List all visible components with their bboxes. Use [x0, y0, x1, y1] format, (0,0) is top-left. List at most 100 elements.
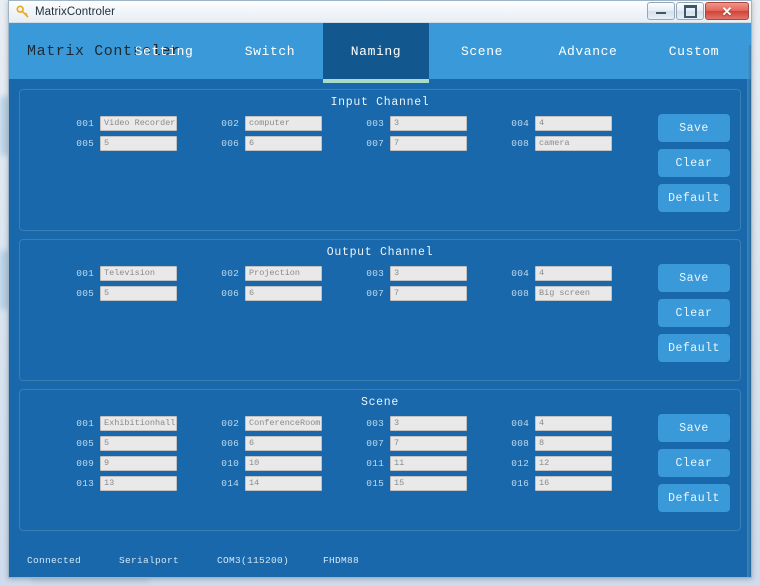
minimize-button[interactable]	[647, 2, 675, 20]
field-row: 005 5 006 6 007 7	[68, 436, 648, 451]
scene-cell: 011 11	[358, 456, 503, 471]
channel-index: 008	[511, 288, 529, 299]
output-channel-grid: 001 Television 002 Projection 003 3 004 …	[68, 266, 648, 306]
channel-cell: 004 4	[503, 116, 648, 131]
window-title: MatrixControler	[35, 5, 116, 18]
channel-name-input[interactable]: 5	[100, 136, 177, 151]
scene-name-input[interactable]: 3	[390, 416, 467, 431]
tab-label: Custom	[668, 43, 720, 59]
scene-name-input[interactable]: ConferenceRoom	[245, 416, 322, 431]
save-button[interactable]: Save	[658, 264, 730, 292]
channel-index: 004	[511, 118, 529, 129]
tab-setting[interactable]: Setting	[111, 23, 217, 79]
scene-index: 014	[221, 478, 239, 489]
channel-name-input[interactable]: 5	[100, 286, 177, 301]
scene-name-input[interactable]: Exhibitionhall	[100, 416, 177, 431]
scene-name-input[interactable]: 7	[390, 436, 467, 451]
tab-label: Setting	[134, 43, 194, 59]
scene-name-input[interactable]: 6	[245, 436, 322, 451]
channel-cell: 005 5	[68, 136, 213, 151]
channel-index: 007	[366, 288, 384, 299]
clear-button[interactable]: Clear	[658, 449, 730, 477]
channel-cell: 006 6	[213, 136, 358, 151]
scene-name-input[interactable]: 12	[535, 456, 612, 471]
channel-cell: 002 Projection	[213, 266, 358, 281]
channel-name-input[interactable]: 3	[390, 266, 467, 281]
channel-index: 007	[366, 138, 384, 149]
channel-index: 008	[511, 138, 529, 149]
scene-name-input[interactable]: 8	[535, 436, 612, 451]
channel-index: 003	[366, 118, 384, 129]
scene-name-input[interactable]: 4	[535, 416, 612, 431]
tab-custom[interactable]: Custom	[641, 23, 747, 79]
channel-name-input[interactable]: Big screen	[535, 286, 612, 301]
channel-name-input[interactable]: 4	[535, 266, 612, 281]
scene-name-input[interactable]: 11	[390, 456, 467, 471]
scene-index: 001	[76, 418, 94, 429]
channel-cell: 001 Television	[68, 266, 213, 281]
channel-cell: 008 Big screen	[503, 286, 648, 301]
desktop-background: MatrixControler ✕ Matrix Controler Setti…	[0, 0, 760, 586]
channel-cell: 007 7	[358, 136, 503, 151]
output-panel-actions: Save Clear Default	[658, 264, 730, 362]
close-button[interactable]: ✕	[705, 2, 749, 20]
scene-cell: 007 7	[358, 436, 503, 451]
scene-cell: 006 6	[213, 436, 358, 451]
scene-name-input[interactable]: 13	[100, 476, 177, 491]
scene-name-input[interactable]: 15	[390, 476, 467, 491]
scene-name-input[interactable]: 5	[100, 436, 177, 451]
tab-label: Advance	[558, 43, 618, 59]
tab-switch[interactable]: Switch	[217, 23, 323, 79]
scene-index: 015	[366, 478, 384, 489]
default-button[interactable]: Default	[658, 484, 730, 512]
channel-name-input[interactable]: 6	[245, 136, 322, 151]
channel-name-input[interactable]: camera	[535, 136, 612, 151]
maximize-button[interactable]	[676, 2, 704, 20]
channel-cell: 008 camera	[503, 136, 648, 151]
channel-index: 002	[221, 118, 239, 129]
field-row: 013 13 014 14 015 15 016 16	[68, 476, 648, 491]
clear-button[interactable]: Clear	[658, 149, 730, 177]
window-controls: ✕	[647, 2, 749, 20]
save-button[interactable]: Save	[658, 114, 730, 142]
tab-scene[interactable]: Scene	[429, 23, 535, 79]
port-value: COM3(115200)	[217, 554, 290, 566]
status-bar: Connected Serialport COM3(115200) FHDM88	[9, 543, 751, 577]
channel-name-input[interactable]: 7	[390, 136, 467, 151]
scene-name-input[interactable]: 10	[245, 456, 322, 471]
channel-name-input[interactable]: Television	[100, 266, 177, 281]
channel-name-input[interactable]: 3	[390, 116, 467, 131]
scene-name-input[interactable]: 16	[535, 476, 612, 491]
panel-input-channel: Input Channel 001 Video Recorder 002 com…	[19, 89, 741, 231]
channel-index: 005	[76, 138, 94, 149]
channel-name-input[interactable]: 4	[535, 116, 612, 131]
save-button[interactable]: Save	[658, 414, 730, 442]
channel-name-input[interactable]: 6	[245, 286, 322, 301]
scene-grid: 001 Exhibitionhall 002 ConferenceRoom 00…	[68, 416, 648, 496]
window-titlebar[interactable]: MatrixControler ✕	[9, 1, 751, 23]
channel-name-input[interactable]: computer	[245, 116, 322, 131]
channel-name-input[interactable]: Video Recorder	[100, 116, 177, 131]
panel-scene: Scene 001 Exhibitionhall 002 ConferenceR…	[19, 389, 741, 531]
panel-title: Output Channel	[326, 246, 434, 259]
channel-index: 005	[76, 288, 94, 299]
scene-name-input[interactable]: 14	[245, 476, 322, 491]
scene-cell: 001 Exhibitionhall	[68, 416, 213, 431]
app-body: Matrix Controler Setting Switch Naming S…	[9, 23, 751, 577]
tab-advance[interactable]: Advance	[535, 23, 641, 79]
clear-button[interactable]: Clear	[658, 299, 730, 327]
device-model: FHDM88	[323, 554, 360, 566]
scene-name-input[interactable]: 9	[100, 456, 177, 471]
channel-name-input[interactable]: 7	[390, 286, 467, 301]
app-header: Matrix Controler Setting Switch Naming S…	[9, 23, 751, 83]
panels-container: Input Channel 001 Video Recorder 002 com…	[9, 79, 751, 531]
default-button[interactable]: Default	[658, 184, 730, 212]
panel-output-channel: Output Channel 001 Television 002 Projec…	[19, 239, 741, 381]
channel-index: 001	[76, 268, 94, 279]
channel-name-input[interactable]: Projection	[245, 266, 322, 281]
default-button[interactable]: Default	[658, 334, 730, 362]
scene-index: 002	[221, 418, 239, 429]
window-right-edge	[747, 45, 751, 577]
tab-naming[interactable]: Naming	[323, 23, 429, 83]
port-type-label: Serialport	[119, 554, 180, 566]
